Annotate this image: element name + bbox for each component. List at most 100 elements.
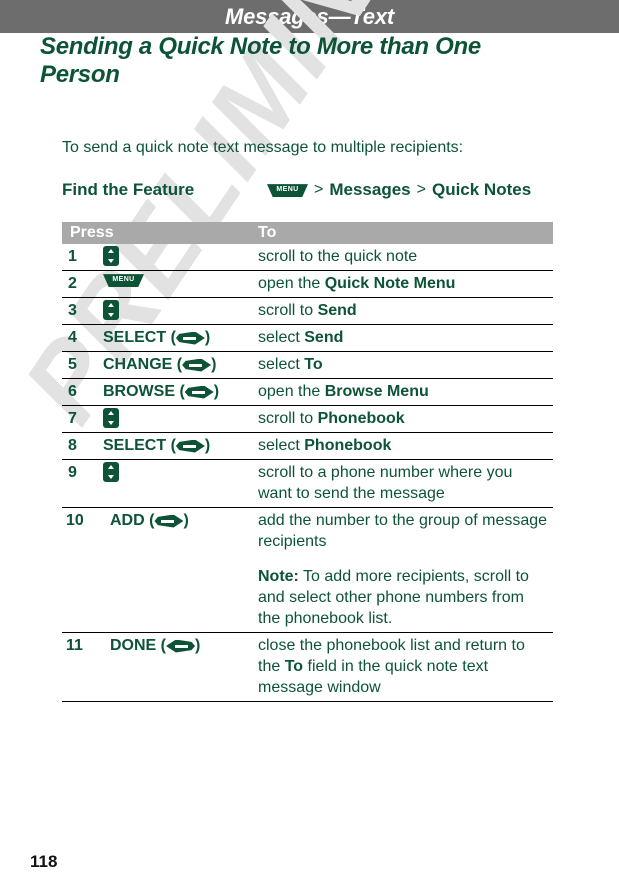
note-label: Note: (258, 568, 299, 585)
step-number: 8 (68, 437, 77, 454)
path-item-messages: Messages (329, 180, 411, 199)
table-row: 10 ADD ( ) add the number to the group o… (62, 508, 553, 633)
menu-key-icon: MENU (103, 273, 144, 287)
note-text: To add more recipients, scroll to and se… (258, 568, 529, 627)
find-the-feature-label: Find the Feature (62, 180, 195, 199)
table-row: 6 BROWSE ( ) open the Browse Menu (62, 379, 553, 406)
step-key-label: CHANGE (103, 356, 173, 373)
step-description: scroll to a phone number where you want … (258, 462, 553, 504)
step-key-label: BROWSE (103, 383, 175, 400)
step-description-text: scroll to (258, 410, 318, 427)
step-description-text: scroll to a phone number where you want … (258, 464, 513, 502)
step-description-emphasis: Browse Menu (324, 383, 429, 400)
step-key: ADD ( ) (110, 510, 189, 532)
step-description: scroll to Send (258, 300, 553, 321)
find-the-feature-path: MENU > Messages > Quick Notes (267, 178, 531, 202)
step-key: BROWSE ( ) (103, 381, 219, 403)
step-number: 2 (68, 275, 77, 292)
intro-paragraph: To send a quick note text message to mul… (62, 139, 464, 156)
scroll-key-icon (103, 462, 119, 482)
step-key: MENU (103, 273, 144, 287)
path-item-quick-notes: Quick Notes (431, 180, 532, 199)
step-description-text: open the (258, 275, 325, 292)
step-key (103, 246, 119, 266)
section-heading: Sending a Quick Note to More than One Pe… (40, 33, 481, 88)
soft-key-right-icon (184, 385, 214, 399)
step-key: DONE ( ) (110, 635, 200, 657)
soft-key-right-icon (175, 331, 205, 345)
step-key-label: ADD (110, 512, 145, 529)
table-row: 11 DONE ( ) close the phonebook list and… (62, 633, 553, 702)
step-number: 5 (68, 356, 77, 373)
step-description: scroll to the quick note (258, 246, 553, 267)
step-key (103, 300, 119, 320)
steps-table: Press To 1 scroll to the quick note 2 ME… (62, 222, 553, 702)
soft-key-right-icon (175, 439, 205, 453)
step-description-emphasis: Phonebook (317, 410, 405, 427)
column-header-to: To (258, 224, 277, 241)
find-the-feature-row: Find the Feature MENU > Messages > Quick… (62, 178, 562, 204)
step-key: SELECT ( ) (103, 327, 210, 349)
step-number: 1 (68, 248, 77, 265)
scroll-key-icon (103, 246, 119, 266)
step-description: close the phonebook list and return to t… (258, 635, 553, 698)
step-description-text: scroll to the quick note (258, 248, 418, 265)
scroll-key-icon (103, 300, 119, 320)
step-description-emphasis: Send (304, 329, 344, 346)
step-key: CHANGE ( ) (103, 354, 216, 376)
step-description-text: select (258, 329, 305, 346)
step-description-emphasis: Quick Note Menu (324, 275, 456, 292)
table-row: 4 SELECT ( ) select Send (62, 325, 553, 352)
table-row: 5 CHANGE ( ) select To (62, 352, 553, 379)
menu-key-icon: MENU (267, 183, 308, 197)
step-description-emphasis: Send (317, 302, 357, 319)
step-description-text: select (258, 437, 305, 454)
step-description-emphasis: To (304, 356, 323, 373)
step-key (103, 462, 119, 482)
table-row: 3 scroll to Send (62, 298, 553, 325)
step-description: select Phonebook (258, 435, 553, 456)
step-key-label: DONE (110, 637, 157, 654)
step-description: scroll to Phonebook (258, 408, 553, 429)
step-description-emphasis: Phonebook (304, 437, 392, 454)
table-row: 9 scroll to a phone number where you wan… (62, 460, 553, 508)
step-key (103, 408, 119, 428)
running-header-title: Messages—Text (225, 4, 394, 29)
step-number: 4 (68, 329, 77, 346)
step-description-text: select (258, 356, 305, 373)
step-description: open the Browse Menu (258, 381, 553, 402)
step-description-emphasis: To (284, 658, 304, 675)
step-description: open the Quick Note Menu (258, 273, 553, 294)
step-number: 3 (68, 302, 77, 319)
step-description-text: open the (258, 383, 325, 400)
page-number: 118 (30, 852, 58, 871)
table-row: 7 scroll to Phonebook (62, 406, 553, 433)
step-key-label: SELECT (103, 329, 167, 346)
table-row: 2 MENU open the Quick Note Menu (62, 271, 553, 298)
path-separator-2: > (416, 181, 426, 198)
menu-key-icon-label: MENU (276, 186, 299, 193)
step-description-text: add the number to the group of message r… (258, 512, 548, 550)
step-key-label: SELECT (103, 437, 167, 454)
step-number: 9 (68, 464, 77, 481)
step-number: 7 (68, 410, 77, 427)
step-number: 11 (66, 637, 83, 654)
soft-key-left-icon (166, 639, 196, 653)
column-header-press: Press (70, 224, 114, 241)
scroll-key-icon (103, 408, 119, 428)
path-separator-1: > (314, 181, 324, 198)
step-number: 10 (66, 512, 84, 529)
soft-key-right-icon (154, 514, 184, 528)
soft-key-right-icon (182, 358, 212, 372)
step-description-note: Note: To add more recipients, scroll to … (258, 566, 549, 629)
table-row: 8 SELECT ( ) select Phonebook (62, 433, 553, 460)
step-description: select Send (258, 327, 553, 348)
steps-table-header-row: Press To (62, 222, 553, 244)
step-description-text: scroll to (258, 302, 318, 319)
step-description: select To (258, 354, 553, 375)
menu-key-icon-label: MENU (112, 276, 135, 283)
step-number: 6 (68, 383, 77, 400)
step-key: SELECT ( ) (103, 435, 210, 457)
step-description: add the number to the group of message r… (258, 510, 553, 629)
table-row: 1 scroll to the quick note (62, 244, 553, 271)
